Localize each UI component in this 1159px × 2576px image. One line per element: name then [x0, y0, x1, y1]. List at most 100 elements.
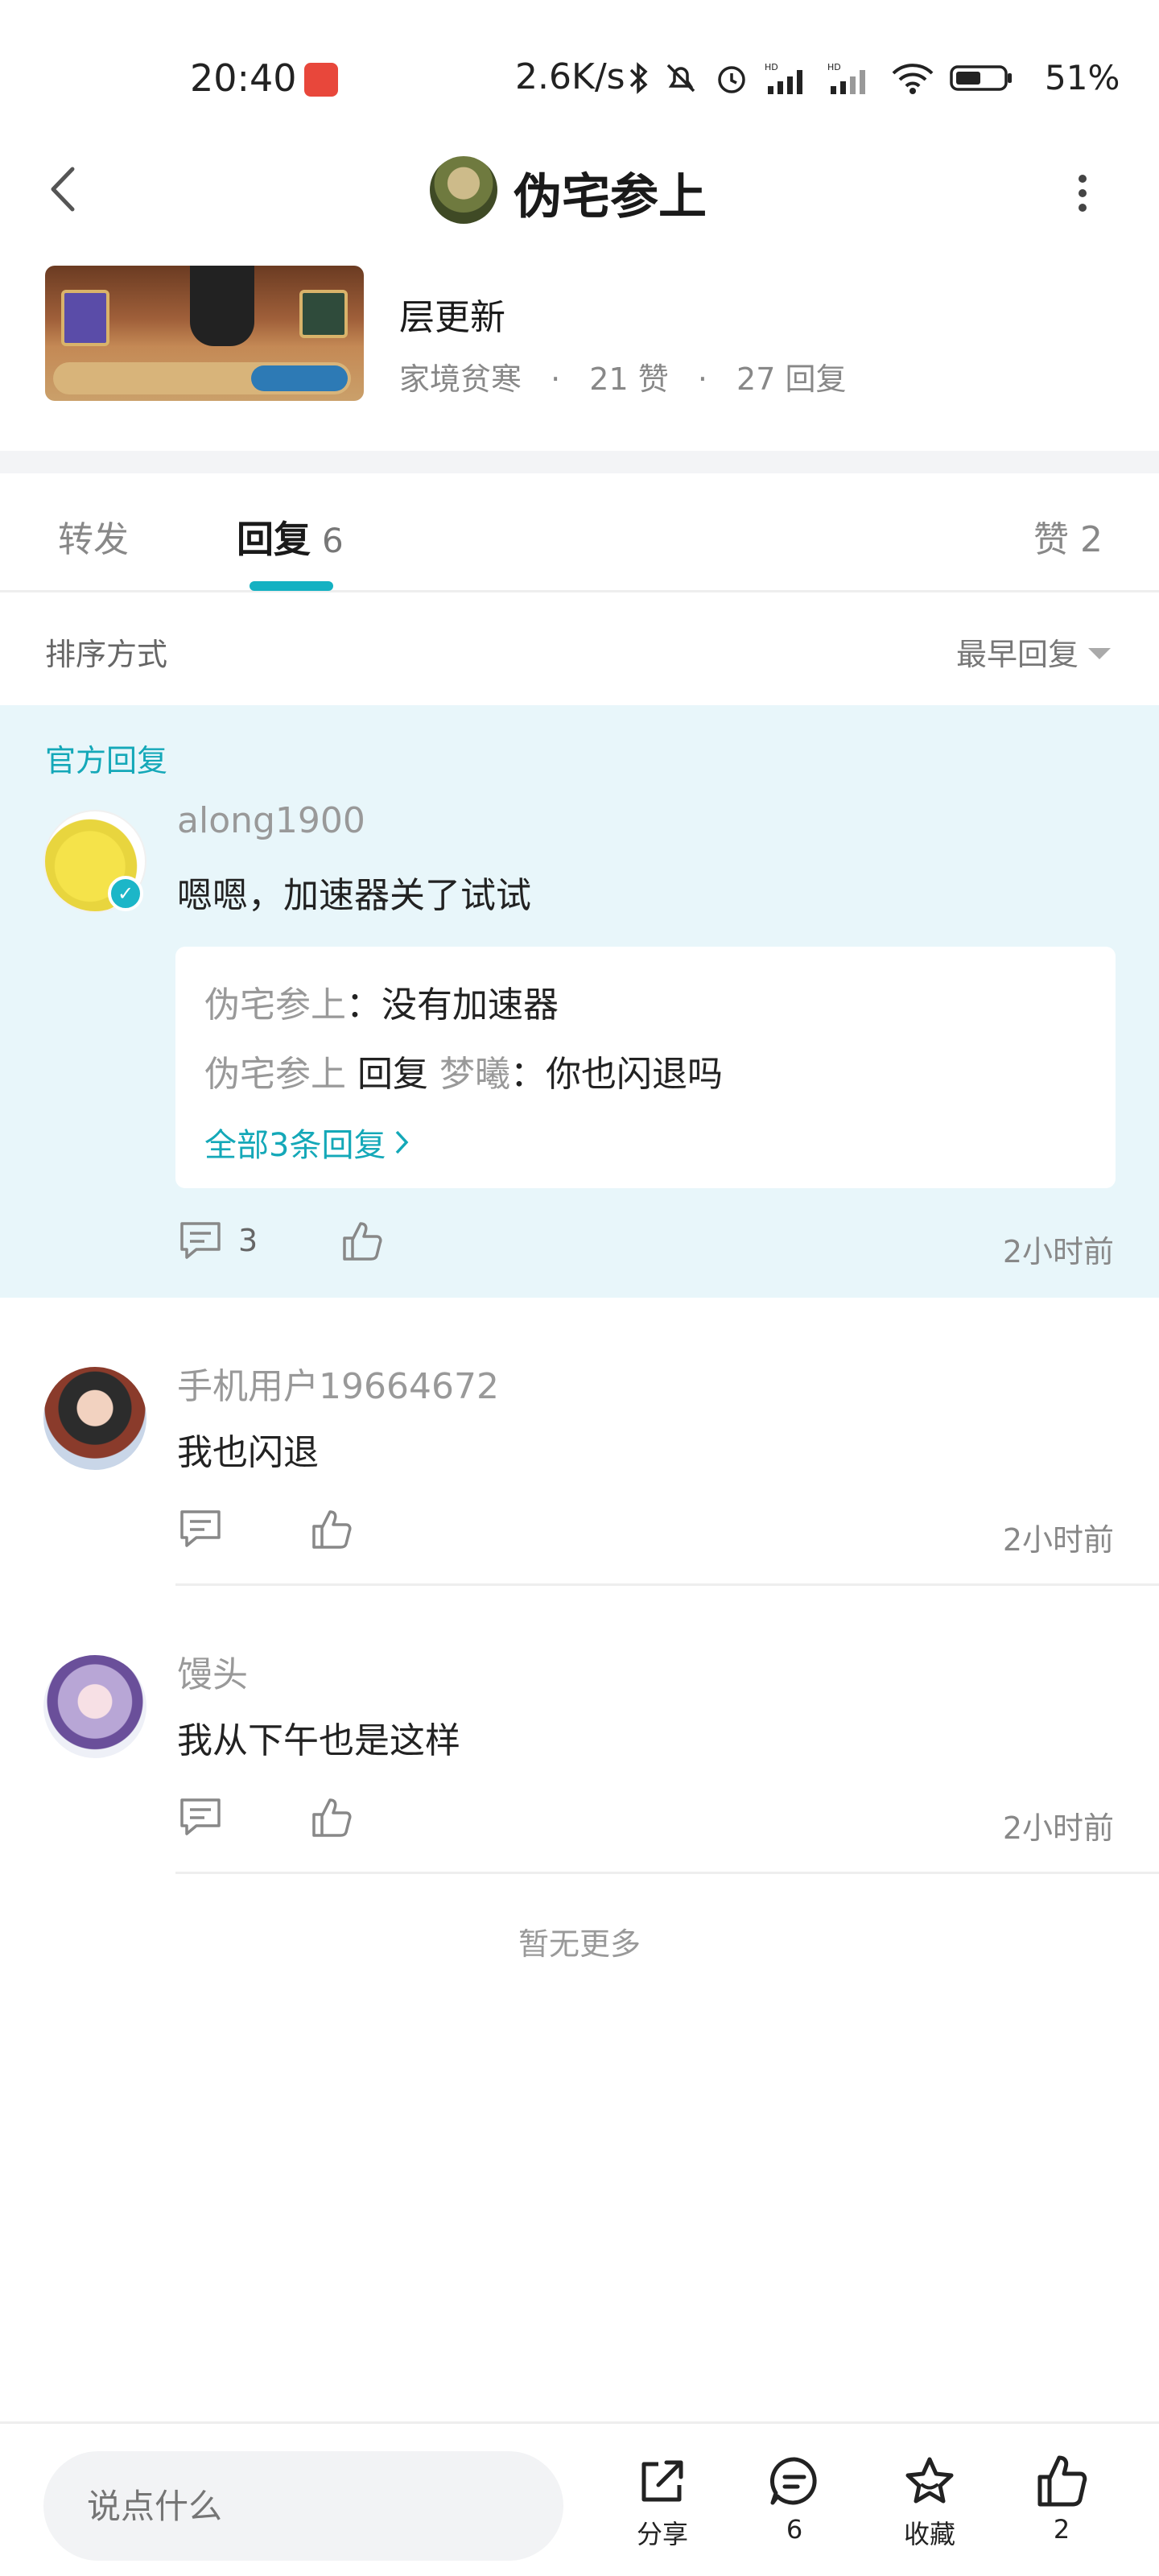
battery-icon	[950, 65, 1012, 91]
network-speed: 2.6K/s	[515, 56, 625, 97]
post-meta: 家境贫寒 · 21 赞 · 27 回复	[399, 354, 846, 398]
comment-count: 3	[238, 1223, 258, 1258]
post-author[interactable]: 家境贫寒	[399, 361, 522, 397]
thumbs-up-icon	[312, 1510, 352, 1549]
post-thumbnail[interactable]	[45, 266, 364, 401]
like-button[interactable]	[311, 1797, 353, 1839]
bottom-bar: 分享 6 收藏 2	[0, 2421, 1159, 2576]
username[interactable]: 手机用户19664672	[177, 1357, 499, 1409]
comment-button[interactable]	[179, 1797, 222, 1837]
status-time: 20:40	[190, 56, 297, 100]
sort-row: 排序方式 最早回复	[0, 592, 1159, 705]
meta-sep: ·	[697, 361, 707, 397]
weilink-icon	[304, 63, 338, 97]
post-replies: 27 回复	[736, 361, 847, 397]
thumb-badge-left	[61, 290, 109, 346]
reply-time: 2小时前	[1002, 1522, 1114, 1558]
comment-icon	[180, 1510, 221, 1547]
verified-icon: ✓	[108, 876, 143, 911]
reply-content: 我也闪退	[177, 1432, 319, 1473]
thumbs-up-icon	[312, 1798, 352, 1837]
sub-reply-text: ：没有加速器	[346, 985, 559, 1026]
thumbs-up-icon	[343, 1222, 382, 1261]
favorite-label: 收藏	[903, 2519, 955, 2549]
comment-icon	[180, 1222, 221, 1259]
status-icons: HD HD	[628, 60, 1014, 97]
reply-content: 嗯嗯，加速器关了试试	[177, 875, 531, 916]
likes-count: 2	[1053, 2514, 1070, 2545]
status-bar: 20:40 2.6K/s HD HD 51%	[0, 0, 1159, 137]
battery-percent: 51%	[1045, 58, 1120, 97]
comments-button[interactable]: 6	[750, 2453, 839, 2545]
back-button[interactable]	[40, 161, 89, 217]
tab-repost[interactable]: 转发	[58, 510, 129, 562]
signal-hd-icon-2: HD	[827, 62, 865, 94]
alarm-icon	[718, 66, 745, 93]
share-icon	[641, 2460, 683, 2502]
reply-time: 2小时前	[1002, 1234, 1114, 1269]
tab-reply-count: 6	[322, 521, 344, 560]
sort-value: 最早回复	[955, 637, 1079, 672]
chevron-right-icon	[396, 1130, 409, 1154]
wifi-icon	[892, 64, 934, 94]
avatar[interactable]	[43, 1655, 146, 1758]
reply-item: 馒头 我从下午也是这样 2小时前	[0, 1586, 1159, 1874]
mute-bell-icon	[666, 64, 695, 93]
more-vertical-icon	[1079, 175, 1087, 212]
sort-dropdown[interactable]: 最早回复	[956, 630, 1111, 674]
sub-reply-author[interactable]: 伪宅参上	[204, 985, 346, 1026]
official-reply: 官方回复 ✓ along1900 嗯嗯，加速器关了试试 伪宅参上：没有加速器 伪…	[0, 705, 1159, 1298]
sub-reply-target[interactable]: 梦曦	[439, 1054, 510, 1095]
section-divider	[0, 451, 1159, 473]
bluetooth-icon	[629, 62, 648, 94]
tab-like[interactable]: 赞 2	[1033, 510, 1103, 562]
thumb-pill	[251, 365, 348, 391]
avatar[interactable]	[43, 1367, 146, 1470]
sub-replies-box[interactable]: 伪宅参上：没有加速器 伪宅参上 回复 梦曦：你也闪退吗 全部3条回复	[175, 947, 1116, 1188]
svg-text:HD: HD	[827, 62, 841, 72]
thumb-badge-right	[299, 290, 348, 338]
top-nav: 伪宅参上	[0, 137, 1159, 242]
view-all-replies[interactable]: 全部3条回复	[204, 1119, 410, 1166]
post-likes: 21 赞	[589, 361, 669, 397]
caret-down-icon	[1088, 647, 1111, 659]
tab-reply-label: 回复	[237, 518, 311, 561]
like-button[interactable]	[311, 1509, 353, 1550]
like-post-button[interactable]: 2	[1017, 2453, 1106, 2545]
reply-content: 我从下午也是这样	[177, 1720, 460, 1761]
official-reply-label: 官方回复	[45, 743, 168, 778]
comments-count: 6	[786, 2514, 803, 2545]
post-title: 层更新	[399, 297, 505, 338]
thumb-figure	[190, 266, 254, 346]
like-button[interactable]	[341, 1220, 383, 1262]
sort-label: 排序方式	[45, 637, 168, 672]
comment-button[interactable]	[179, 1509, 222, 1549]
share-button[interactable]: 分享	[618, 2453, 707, 2551]
username[interactable]: along1900	[177, 800, 365, 841]
view-all-label: 全部3条回复	[204, 1127, 386, 1164]
chevron-left-icon	[51, 167, 75, 212]
username[interactable]: 馒头	[177, 1645, 248, 1697]
tab-reply[interactable]: 回复 6	[237, 510, 344, 564]
circle-avatar[interactable]	[430, 156, 497, 224]
more-button[interactable]	[1070, 169, 1095, 217]
reply-actions: 2小时前	[0, 1797, 1159, 1853]
page-title[interactable]: 伪宅参上	[514, 158, 707, 228]
comment-bubble-icon	[769, 2457, 817, 2505]
favorite-button[interactable]: 收藏	[885, 2453, 974, 2551]
sub-reply-author[interactable]: 伪宅参上	[204, 1054, 346, 1095]
star-icon	[905, 2457, 954, 2504]
signal-hd-icon: HD	[765, 62, 802, 94]
no-more-text: 暂无更多	[518, 1926, 641, 1962]
comment-icon	[180, 1798, 221, 1835]
share-label: 分享	[636, 2519, 688, 2549]
tab-indicator	[250, 581, 333, 591]
comment-button[interactable]: 3	[179, 1220, 258, 1261]
sub-reply-text: ：你也闪退吗	[509, 1054, 723, 1095]
meta-sep: ·	[551, 361, 561, 397]
comment-input[interactable]	[43, 2451, 563, 2561]
reply-actions: 2小时前	[0, 1509, 1159, 1565]
reply-time: 2小时前	[1002, 1810, 1114, 1846]
thumbs-up-icon	[1037, 2455, 1087, 2507]
post-summary[interactable]: 层更新 家境贫寒 · 21 赞 · 27 回复	[0, 266, 1159, 451]
